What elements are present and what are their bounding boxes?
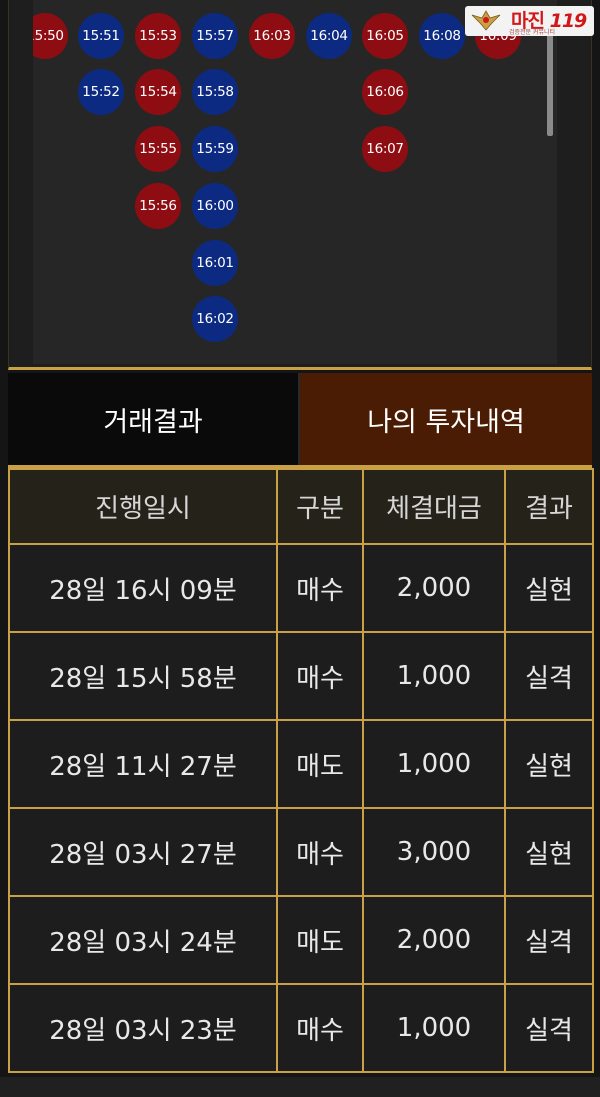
row-amount: 1,000 [362,719,506,809]
table-row: 28일 11시 27분 매도 1,000 실현 [8,719,594,809]
history-marker-blue: 15:52 [78,69,124,115]
history-panel: 15:50 15:51 15:5215:53 15:54 15:55 15:56 15:57… [8,0,592,370]
history-marker-red: 15:54 [135,69,181,115]
row-result: 실격 [504,983,594,1073]
investment-history-table: 진행일시 구분 체결대금 결과 28일 16시 09분 매수 2,000 실현 … [8,468,594,1073]
history-marker-red: 15:55 [135,126,181,172]
table-row: 28일 03시 24분 매도 2,000 실격 [8,895,594,985]
site-logo: 마진 119 검증전문 커뮤니티 [465,6,594,36]
logo-subtitle: 검증전문 커뮤니티 [509,29,556,36]
row-amount: 2,000 [362,543,506,633]
row-result: 실현 [504,719,594,809]
history-marker-blue: 16:08 [419,13,465,59]
history-marker-red: 16:06 [362,69,408,115]
row-result: 실현 [504,807,594,897]
history-marker-blue: 15:51 [78,13,124,59]
tab-bar: 거래결과 나의 투자내역 [8,373,592,465]
history-marker-red: 15:53 [135,13,181,59]
row-date: 28일 16시 09분 [8,543,278,633]
row-amount: 2,000 [362,895,506,985]
tab-trade-results[interactable]: 거래결과 [8,373,300,465]
row-result: 실격 [504,895,594,985]
table-row: 28일 15시 58분 매수 1,000 실격 [8,631,594,721]
row-date: 28일 11시 27분 [8,719,278,809]
history-marker-red: 16:07 [362,126,408,172]
row-type: 매도 [276,895,364,985]
history-marker-red: 16:03 [249,13,295,59]
history-marker-blue: 15:58 [192,69,238,115]
history-marker-blue: 16:00 [192,183,238,229]
row-amount: 3,000 [362,807,506,897]
eagle-emblem-icon [471,10,501,31]
table-header-row: 진행일시 구분 체결대금 결과 [8,468,594,545]
tab-label: 거래결과 [103,406,203,438]
table-row: 28일 16시 09분 매수 2,000 실현 [8,543,594,633]
header-type: 구분 [276,468,364,545]
row-type: 매수 [276,631,364,721]
row-type: 매도 [276,719,364,809]
history-marker-red: 15:50 [33,13,68,59]
row-date: 28일 15시 58분 [8,631,278,721]
history-marker-blue: 15:57 [192,13,238,59]
table-row: 28일 03시 27분 매수 3,000 실현 [8,807,594,897]
tab-my-investments[interactable]: 나의 투자내역 [300,373,592,465]
row-result: 실격 [504,631,594,721]
row-date: 28일 03시 23분 [8,983,278,1073]
tab-label: 나의 투자내역 [367,406,525,438]
row-result: 실현 [504,543,594,633]
header-date: 진행일시 [8,468,278,545]
header-result: 결과 [504,468,594,545]
history-marker-blue: 16:02 [192,296,238,342]
row-date: 28일 03시 27분 [8,807,278,897]
header-amount: 체결대금 [362,468,506,545]
history-marker-red: 15:56 [135,183,181,229]
row-date: 28일 03시 24분 [8,895,278,985]
history-marker-blue: 16:01 [192,240,238,286]
history-marker-red: 16:05 [362,13,408,59]
history-grid[interactable]: 15:50 15:51 15:5215:53 15:54 15:55 15:56 15:57… [33,0,557,364]
row-amount: 1,000 [362,631,506,721]
row-type: 매수 [276,543,364,633]
history-marker-blue: 15:59 [192,126,238,172]
row-amount: 1,000 [362,983,506,1073]
row-type: 매수 [276,983,364,1073]
row-type: 매수 [276,807,364,897]
table-row: 28일 03시 23분 매수 1,000 실격 [8,983,594,1073]
bottom-strip [0,1077,600,1097]
history-marker-blue: 16:04 [306,13,352,59]
